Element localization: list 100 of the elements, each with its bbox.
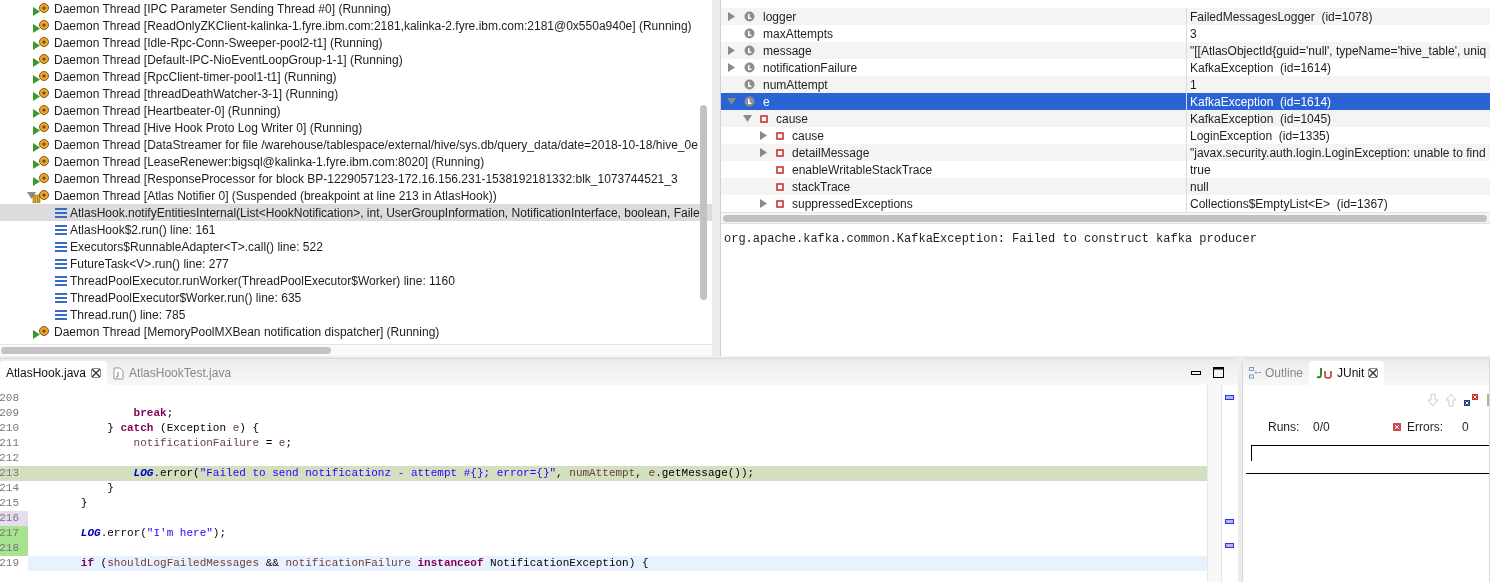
code-line: } — [79, 496, 88, 512]
thread-label[interactable]: Daemon Thread [ReadOnlyZKClient-kalinka-1.fyre.ibm.com:2181,kalinka-2.fyre.ibm.com:2181@0x550a940e] (Running) — [54, 16, 692, 35]
variable-value: KafkaException (id=1614) — [1190, 93, 1332, 111]
code-line: break; — [132, 406, 174, 422]
code-line: if (shouldLogFailedMessages && notificationFailure instanceof NotificationException) { — [79, 556, 649, 572]
stack-frame-row[interactable]: ThreadPoolExecutor$Worker.run() line: 635 — [0, 289, 712, 306]
horizontal-scrollbar[interactable] — [723, 214, 1487, 222]
thread-label[interactable]: Daemon Thread [Idle-Rpc-Conn-Sweeper-pool2-t1] (Running) — [54, 33, 383, 52]
code-line: notificationFailure = e; — [132, 436, 293, 452]
variable-value: 3 — [1190, 25, 1197, 43]
stack-frame-row[interactable]: AtlasHook$2.run() line: 161 — [0, 221, 712, 238]
stack-frame-icon — [55, 258, 67, 269]
variable-name: cause — [776, 110, 809, 128]
variable-name: e — [763, 93, 770, 111]
variable-value: "javax.security.auth.login.LoginException: unable to find — [1190, 144, 1486, 162]
expand-arrow-icon[interactable] — [727, 63, 736, 72]
variable-name: notificationFailure — [763, 59, 858, 77]
variable-name: maxAttempts — [763, 25, 834, 43]
code-line: LOG.error("Failed to send notificationz - attempt #{}; error={}", numAttempt, e.getMessage()); — [132, 466, 755, 482]
variable-name: enableWritableStackTrace — [792, 161, 933, 179]
stack-frame-row[interactable]: AtlasHook.notifyEntitiesInternal(List<HookNotification>, int, UserGroupInformation, NotificationInterface, boolean, Faile — [0, 204, 712, 221]
variable-row[interactable]: numAttempt 1 — [721, 76, 1490, 93]
vertical-scrollbar[interactable] — [700, 105, 707, 300]
variable-name: logger — [763, 8, 797, 26]
thread-label[interactable]: Daemon Thread [RpcClient-timer-pool1-t1] (Running) — [54, 67, 337, 86]
annotation-marker[interactable] — [1225, 543, 1234, 548]
maximize-icon[interactable] — [1213, 367, 1224, 378]
error-icon — [1393, 423, 1401, 431]
stack-frame-row[interactable]: FutureTask<V>.run() line: 277 — [0, 255, 712, 272]
minimize-icon[interactable] — [1191, 370, 1201, 375]
stack-frame-icon — [55, 292, 67, 303]
thread-label[interactable]: Daemon Thread [ResponseProcessor for block BP-1229057123-172.16.156.231-1538192181332:blk_1073744521_3 — [54, 169, 678, 188]
errors-label: Errors: — [1407, 419, 1444, 436]
thread-label[interactable]: Daemon Thread [DataStreamer for file /warehouse/tablespace/external/hive/sys.db/query_data/date=2018-10-18/hive_0e — [54, 135, 698, 154]
expand-arrow-icon[interactable] — [759, 199, 768, 208]
line-number: 214 — [0, 481, 20, 496]
stack-frame-row[interactable]: Executors$RunnableAdapter<T>.call() line: 522 — [0, 238, 712, 255]
line-number: 213 — [0, 466, 28, 481]
variable-name: stackTrace — [792, 178, 851, 196]
line-number: 208 — [0, 391, 20, 406]
close-icon[interactable] — [91, 368, 102, 378]
stack-frame-row[interactable]: ThreadPoolExecutor.runWorker(ThreadPoolExecutor$Worker) line: 1160 — [0, 272, 712, 289]
junit-icon — [1315, 367, 1334, 379]
thread-label[interactable]: Daemon Thread [threadDeathWatcher-3-1] (Running) — [54, 84, 339, 103]
java-file-icon — [113, 366, 125, 380]
line-number: 218 — [0, 541, 28, 556]
runs-count: 0/0 — [1313, 419, 1331, 436]
runs-label: Runs: — [1268, 419, 1301, 436]
collapse-arrow-icon[interactable] — [743, 114, 752, 123]
variable-value: "[[AtlasObjectId{guid='null', typeName='hive_table', uniq — [1190, 42, 1487, 60]
variable-row[interactable]: message "[[AtlasObjectId{guid='null', typeName='hive_table', uniq — [721, 42, 1490, 59]
thread-label[interactable]: Daemon Thread [IPC Parameter Sending Thread #0] (Running) — [54, 0, 392, 18]
thread-label[interactable]: Daemon Thread [LeaseRenewer:bigsql@kalinka-1.fyre.ibm.com:8020] (Running) — [54, 152, 485, 171]
variable-row[interactable]: stackTrace null — [721, 178, 1490, 195]
variable-value: Collections$EmptyList<E> (id=1367) — [1190, 195, 1388, 212]
expand-arrow-icon[interactable] — [727, 12, 736, 21]
stack-frame-icon — [55, 275, 67, 286]
line-number: 219 — [0, 556, 20, 571]
variable-value: true — [1190, 161, 1211, 179]
variable-row[interactable]: logger FailedMessagesLogger (id=1078) — [721, 8, 1490, 25]
thread-label[interactable]: Daemon Thread [MemoryPoolMXBean notification dispatcher] (Running) — [54, 322, 440, 341]
variable-value: null — [1190, 178, 1209, 196]
variable-row[interactable]: cause KafkaException (id=1045) — [721, 110, 1490, 127]
variable-name: numAttempt — [763, 76, 828, 94]
close-icon[interactable] — [1368, 368, 1379, 378]
expand-arrow-icon[interactable] — [759, 148, 768, 157]
line-number: 210 — [0, 421, 20, 436]
stack-frame-icon — [55, 207, 67, 218]
stack-frame-row[interactable]: Thread.run() line: 785 — [0, 306, 712, 323]
stack-frame-icon — [55, 309, 67, 320]
thread-label[interactable]: Daemon Thread [Atlas Notifier 0] (Suspended (breakpoint at line 213 in AtlasHook)) — [54, 186, 497, 205]
line-number: 211 — [0, 436, 20, 451]
variable-value: LoginException (id=1335) — [1190, 127, 1330, 145]
horizontal-scrollbar[interactable] — [1, 347, 331, 354]
annotation-marker[interactable] — [1225, 395, 1234, 400]
variable-row[interactable]: detailMessage "javax.security.auth.login.LoginException: unable to find — [721, 144, 1490, 161]
errors-count: 0 — [1462, 419, 1469, 436]
variable-name: cause — [792, 127, 825, 145]
expand-arrow-icon[interactable] — [727, 46, 736, 55]
variable-value: 1 — [1190, 76, 1197, 94]
variable-name: suppressedExceptions — [792, 195, 913, 212]
editor-tab[interactable]: AtlasHook.java — [0, 361, 108, 385]
line-number: 217 — [0, 526, 28, 541]
failures-filter-icon[interactable] — [1463, 393, 1479, 407]
expand-arrow-icon[interactable] — [759, 131, 768, 140]
code-line: } — [106, 481, 114, 497]
view-tab[interactable]: JUnit — [1309, 361, 1385, 385]
thread-label[interactable]: Daemon Thread [Hive Hook Proto Log Writer 0] (Running) — [54, 118, 363, 137]
variable-value: KafkaException (id=1614) — [1190, 59, 1332, 77]
thread-label[interactable]: Daemon Thread [Heartbeater-0] (Running) — [54, 101, 281, 120]
line-number: 215 — [0, 496, 20, 511]
thread-label[interactable]: Daemon Thread [Default-IPC-NioEventLoopGroup-1-1] (Running) — [54, 50, 403, 69]
variable-value: KafkaException (id=1045) — [1190, 110, 1332, 128]
annotation-marker[interactable] — [1225, 519, 1234, 524]
variable-row[interactable]: e KafkaException (id=1614) — [721, 93, 1490, 110]
stack-frame-icon — [55, 241, 67, 252]
code-line: LOG.error("I'm here"); — [79, 526, 227, 542]
variable-name: message — [763, 42, 812, 60]
line-number: 216 — [0, 511, 28, 526]
detail-text: org.apache.kafka.common.KafkaException: Failed to construct kafka producer — [724, 231, 1258, 248]
